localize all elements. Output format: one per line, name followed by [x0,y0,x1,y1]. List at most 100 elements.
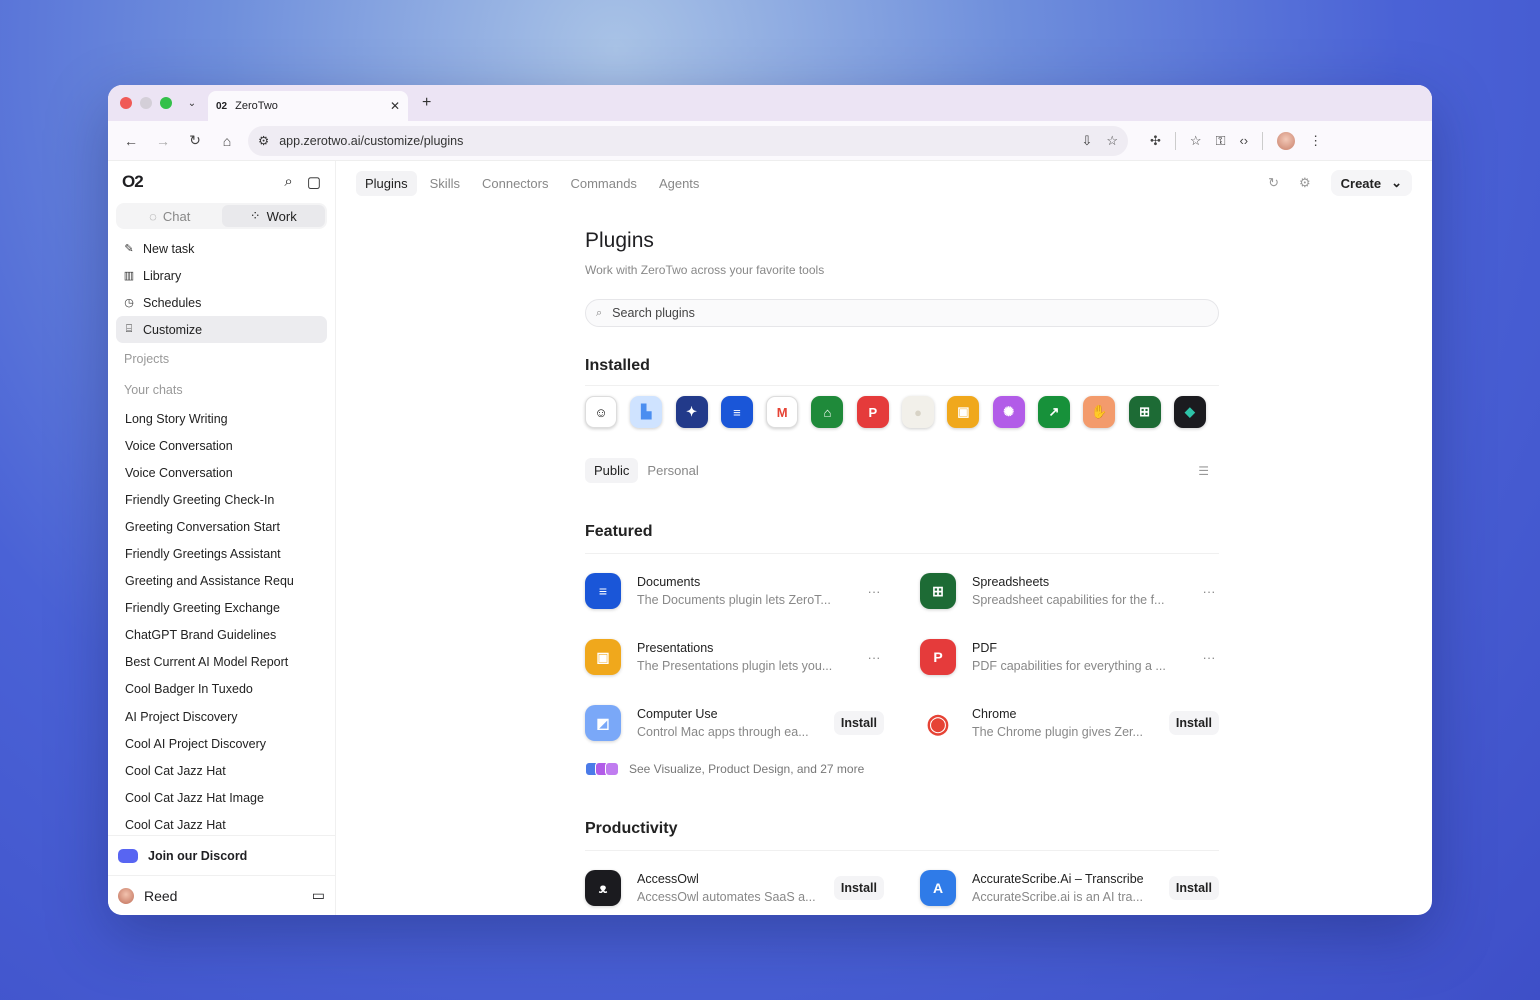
plugin-description: The Presentations plugin lets you... [637,659,833,673]
plugin-card[interactable]: ≡ Documents The Documents plugin lets Zero… [585,570,884,612]
bookmark-star-icon[interactable]: ☆ [1106,133,1118,149]
home-icon[interactable]: ⌂ [214,128,240,154]
create-button[interactable]: Create ⌄ [1330,170,1412,196]
chat-list-item[interactable]: Cool Cat Jazz Hat Image [116,784,327,811]
settings-gear-icon[interactable]: ⚙ [1299,175,1311,191]
tab-plugins[interactable]: Plugins [356,170,417,196]
address-toolbar: ← → ↻ ⌂ ⚙ app.zerotwo.ai/customize/plugi… [108,121,1432,161]
chat-list-item[interactable]: Cool Cat Jazz Hat [116,757,327,784]
more-options-icon[interactable]: ··· [1199,650,1219,665]
plugin-card-text: Chrome The Chrome plugin gives Zer... [972,707,1153,739]
more-options-icon[interactable]: ··· [864,584,884,599]
minimize-window-button[interactable] [140,97,152,109]
mode-chat-tab[interactable]: ◌ Chat [118,205,222,227]
browser-menu-kebab-icon[interactable]: ⋮ [1309,133,1322,149]
tab-search-chevron-icon[interactable]: ⌄ [184,95,200,111]
sidebar-item-schedules[interactable]: ◷ Schedules [116,289,327,316]
chart-icon[interactable]: ↗ [1037,396,1070,428]
bank-icon[interactable]: ⌂ [811,396,844,428]
browser-tab[interactable]: 02 ZeroTwo ✕ [208,91,408,121]
sidebar-item-customize[interactable]: ⌸ Customize [116,316,327,343]
chat-list-item[interactable]: Cool AI Project Discovery [116,730,327,757]
new-tab-plus-icon[interactable]: + [422,94,431,112]
install-button[interactable]: Install [833,876,884,900]
chat-list-item[interactable]: Voice Conversation [116,432,327,459]
compass-icon[interactable]: ✦ [675,396,708,428]
robot-face-icon[interactable]: ☺ [585,396,617,428]
chat-list-item[interactable]: Voice Conversation [116,459,327,486]
plugin-card-text: AccurateScribe.Ai – Transcribe AccurateSc… [972,872,1153,904]
chat-list-item[interactable]: Best Current AI Model Report [116,649,327,676]
blocks-icon[interactable]: ▙ [630,396,663,428]
plugin-card-text: Computer Use Control Mac apps through ea.… [637,707,818,739]
tab-skills[interactable]: Skills [421,171,469,196]
plugin-card[interactable]: ▣ Presentations The Presentations plugin l… [585,636,884,678]
site-settings-icon[interactable]: ⚙ [258,133,269,148]
search-icon[interactable]: ⌕ [284,173,292,191]
plugin-name: Presentations [637,641,714,655]
sidebar-item-new-task[interactable]: ✎ New task [116,235,327,262]
plugin-card[interactable]: P PDF PDF capabilities for everything a ..… [920,636,1219,678]
mode-work-tab[interactable]: ⁘ Work [221,205,325,227]
chat-list-item[interactable]: Cool Badger In Tuxedo [116,676,327,703]
maximize-window-button[interactable] [160,97,172,109]
filter-lines-icon[interactable]: ☰ [1198,464,1209,478]
gmail-icon[interactable]: M [766,396,799,428]
chat-list-item[interactable]: Friendly Greeting Exchange [116,595,327,622]
address-bar[interactable]: ⚙ app.zerotwo.ai/customize/plugins ⇩ ☆ [248,125,1128,156]
app-logo[interactable]: O2 [122,172,284,192]
chat-list-item[interactable]: Friendly Greeting Check-In [116,486,327,513]
tab-agents[interactable]: Agents [650,171,708,196]
reload-icon[interactable]: ↻ [182,128,208,154]
tab-connectors[interactable]: Connectors [473,171,557,196]
extensions-puzzle-icon[interactable]: ✣ [1150,133,1161,149]
pdf-icon[interactable]: P [856,396,889,428]
install-button[interactable]: Install [1168,711,1219,735]
password-key-icon[interactable]: ⚿ [1216,133,1226,149]
join-discord-link[interactable]: Join our Discord [108,835,335,875]
sidebar-item-library[interactable]: ▥ Library [116,262,327,289]
bookmarks-icon[interactable]: ☆ [1190,133,1202,149]
more-options-icon[interactable]: ··· [1199,584,1219,599]
user-menu[interactable]: Reed ▭ [108,875,335,915]
install-button[interactable]: Install [1168,876,1219,900]
sidebar-toggle-icon[interactable]: ▢ [307,173,321,191]
chat-list-item[interactable]: Long Story Writing [116,405,327,432]
install-app-icon[interactable]: ⇩ [1081,133,1092,149]
more-options-icon[interactable]: ··· [864,650,884,665]
refresh-icon[interactable]: ↻ [1268,175,1279,191]
url-text[interactable]: app.zerotwo.ai/customize/plugins [279,134,1071,148]
projects-heading[interactable]: Projects [116,343,327,374]
close-window-button[interactable] [120,97,132,109]
search-plugins-input[interactable]: ⌕ Search plugins [585,299,1219,327]
plugin-card[interactable]: ◩ Computer Use Control Mac apps through ea… [585,702,884,744]
chat-list-item[interactable]: Greeting Conversation Start [116,513,327,540]
tab-close-icon[interactable]: ✕ [390,99,400,113]
chat-list-item[interactable]: Greeting and Assistance Requ [116,568,327,595]
filter-public-tab[interactable]: Public [585,458,639,483]
plugin-card[interactable]: A AccurateScribe.Ai – Transcribe AccurateS… [920,867,1219,909]
tab-commands[interactable]: Commands [561,171,645,196]
plugin-card[interactable]: ⊞ Spreadsheets Spreadsheet capabilities fo… [920,570,1219,612]
chat-list-item[interactable]: ChatGPT Brand Guidelines [116,622,327,649]
slides-icon[interactable]: ▣ [947,396,980,428]
plugin-card[interactable]: ◉ Chrome The Chrome plugin gives Zer... Ins… [920,702,1219,744]
diamond-icon[interactable]: ◆ [1173,396,1206,428]
egg-icon[interactable]: ● [902,396,935,428]
back-arrow-icon[interactable]: ← [118,128,144,154]
profile-avatar[interactable] [1277,131,1296,150]
filter-personal-tab[interactable]: Personal [638,458,707,483]
installed-plugins-row: ☺ ▙ ✦ ≡ M ⌂ P ● ▣ ✺ ↗ ✋ ⊞ ◆ [585,396,1219,428]
docs-icon[interactable]: ≡ [720,396,753,428]
plugin-card[interactable]: ᴥ AccessOwl AccessOwl automates SaaS a... I… [585,867,884,909]
sheet-icon[interactable]: ⊞ [1128,396,1161,428]
feedback-message-icon[interactable]: ▭ [312,887,325,904]
handshake-icon[interactable]: ✋ [1083,396,1116,428]
devtools-code-icon[interactable]: ‹› [1239,133,1248,148]
see-more-link[interactable]: See Visualize, Product Design, and 27 mo… [585,762,1219,776]
nodes-icon[interactable]: ✺ [992,396,1025,428]
install-button[interactable]: Install [833,711,884,735]
forward-arrow-icon[interactable]: → [150,128,176,154]
chat-list-item[interactable]: AI Project Discovery [116,703,327,730]
chat-list-item[interactable]: Friendly Greetings Assistant [116,540,327,567]
